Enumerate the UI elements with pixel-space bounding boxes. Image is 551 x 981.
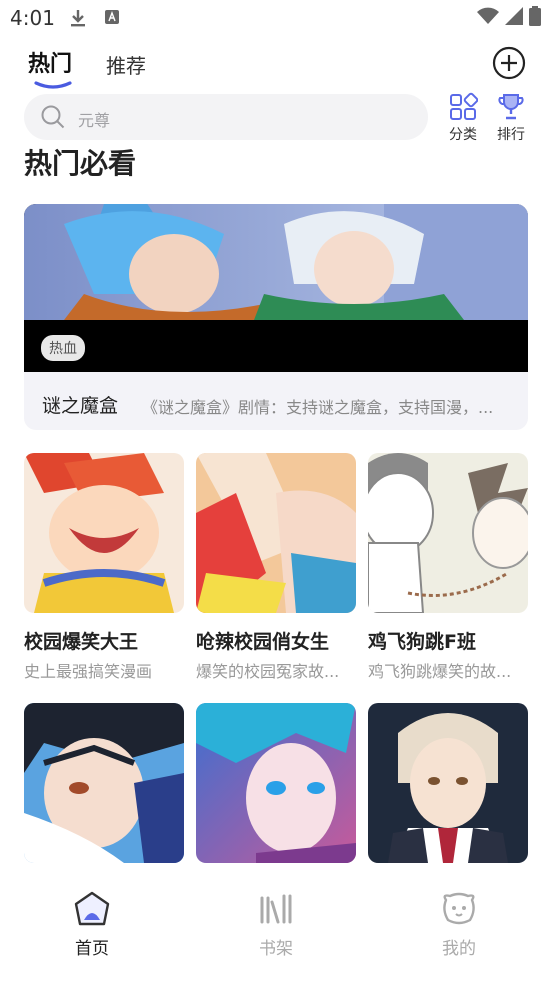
category-label: 分类: [449, 127, 477, 143]
tab-recommend[interactable]: 推荐: [106, 50, 146, 79]
add-button[interactable]: [492, 46, 526, 80]
genre-tag: 热血: [41, 335, 85, 361]
signal-icon: [505, 7, 523, 25]
featured-description: 《谜之魔盒》剧情：支持谜之魔盒，支持国漫，...: [142, 398, 494, 417]
ranking-label: 排行: [497, 127, 525, 143]
status-time: 4:01: [10, 6, 55, 30]
comic-card[interactable]: 校园爆笑大王 史上最强搞笑漫画: [24, 453, 184, 682]
comic-card[interactable]: 呛辣校园俏女生 爆笑的校园冤家故...: [196, 453, 356, 682]
profile-icon: [443, 892, 475, 925]
comic-description: 爆笑的校园冤家故...: [196, 662, 340, 681]
ranking-button[interactable]: 排行: [488, 92, 534, 144]
comic-card[interactable]: [24, 703, 184, 881]
comic-title: 校园爆笑大王: [24, 631, 139, 653]
status-icons: [477, 6, 541, 26]
comic-cover: [24, 453, 184, 613]
bookshelf-icon: [260, 894, 292, 924]
nav-me-label: 我的: [442, 939, 476, 959]
comic-cover: [196, 703, 356, 863]
comic-title: 呛辣校园俏女生: [196, 631, 330, 653]
comic-cover: [368, 703, 528, 863]
tab-active-indicator: [34, 81, 72, 89]
search-placeholder: 元尊: [78, 111, 111, 130]
search-icon: [41, 105, 65, 129]
comic-card[interactable]: [368, 703, 528, 881]
nav-shelf[interactable]: 书架: [236, 890, 316, 959]
comic-cover: [196, 453, 356, 613]
bottom-nav: 首页 书架 我的: [0, 868, 551, 981]
comic-cover: [368, 453, 528, 613]
download-icon: [68, 8, 88, 32]
search-input[interactable]: 元尊: [24, 94, 428, 140]
nav-home[interactable]: 首页: [52, 890, 132, 959]
trophy-icon: [498, 94, 524, 120]
featured-card[interactable]: 热血 谜之魔盒 《谜之魔盒》剧情：支持谜之魔盒，支持国漫，...: [24, 204, 528, 430]
comic-description: 史上最强搞笑漫画: [24, 662, 153, 681]
comic-card[interactable]: 鸡飞狗跳F班 鸡飞狗跳爆笑的故...: [368, 453, 528, 682]
home-icon: [74, 891, 110, 926]
comic-title: 鸡飞狗跳F班: [368, 631, 476, 653]
battery-icon: [529, 6, 541, 26]
featured-cover: [24, 204, 528, 372]
comic-card[interactable]: [196, 703, 356, 881]
nav-home-label: 首页: [75, 939, 109, 959]
nav-me[interactable]: 我的: [419, 890, 499, 959]
section-title: 热门必看: [24, 147, 137, 180]
status-bar: 4:01: [0, 0, 551, 38]
category-button[interactable]: 分类: [440, 92, 486, 144]
featured-title: 谜之魔盒: [42, 395, 119, 417]
wifi-icon: [477, 7, 499, 24]
keyboard-a-icon: [104, 9, 120, 29]
comic-cover: [24, 703, 184, 863]
tab-hot[interactable]: 热门: [28, 46, 72, 78]
nav-shelf-label: 书架: [259, 939, 293, 959]
comic-description: 鸡飞狗跳爆笑的故...: [368, 662, 512, 681]
category-icon: [450, 92, 478, 120]
